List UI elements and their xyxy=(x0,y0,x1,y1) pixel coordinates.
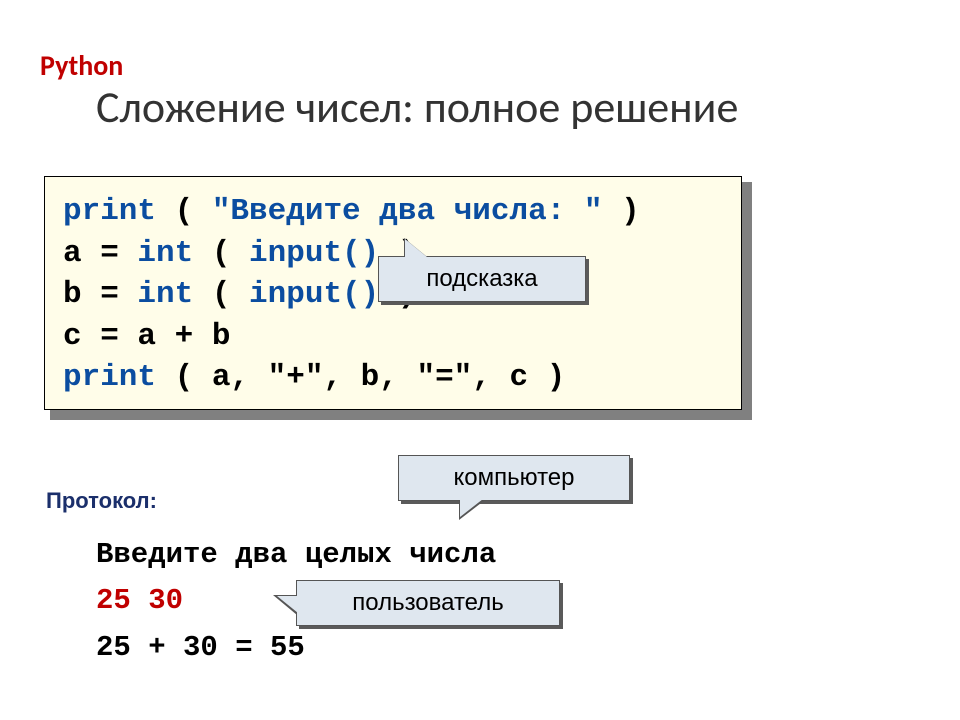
protocol-line: 25 + 30 = 55 xyxy=(96,631,305,664)
code-token: "Введите два числа: " xyxy=(212,194,603,229)
code-token: a, "+", b, "=", c xyxy=(212,360,528,395)
code-token: a + b xyxy=(137,319,230,354)
code-token: c xyxy=(63,319,82,354)
callout-tail xyxy=(405,239,427,257)
protocol-line: Введите два целых числа xyxy=(96,538,496,571)
callout-text: подсказка xyxy=(426,265,537,292)
callout-text: компьютер xyxy=(453,464,574,491)
code-token: ) xyxy=(528,360,565,395)
callout-hint: подсказка xyxy=(378,256,586,302)
lang-label: Python xyxy=(40,48,123,83)
code-token: int xyxy=(137,236,193,271)
callout-text: пользователь xyxy=(352,589,504,616)
slide-title: Сложение чисел: полное решение xyxy=(96,80,738,134)
code-token: input() xyxy=(249,236,379,271)
code-token: ( xyxy=(156,360,212,395)
code-token: a xyxy=(63,236,82,271)
code-token: int xyxy=(137,277,193,312)
callout-user: пользователь xyxy=(296,580,560,626)
code-token: ( xyxy=(193,236,249,271)
code-token: print xyxy=(63,194,156,229)
code-token: input() xyxy=(249,277,379,312)
code-token: = xyxy=(82,319,138,354)
callout-computer: компьютер xyxy=(398,455,630,501)
code-token: print xyxy=(63,360,156,395)
code-token: b xyxy=(63,277,82,312)
callout-tail xyxy=(460,499,483,517)
code-token: ( xyxy=(156,194,212,229)
protocol-user-input: 25 30 xyxy=(96,584,183,617)
protocol-label: Протокол: xyxy=(46,488,157,514)
code-token: = xyxy=(82,236,138,271)
code-token: ) xyxy=(603,194,640,229)
code-token: ( xyxy=(193,277,249,312)
code-token: = xyxy=(82,277,138,312)
callout-tail xyxy=(277,596,298,613)
slide: Python Сложение чисел: полное решение pr… xyxy=(0,0,960,720)
